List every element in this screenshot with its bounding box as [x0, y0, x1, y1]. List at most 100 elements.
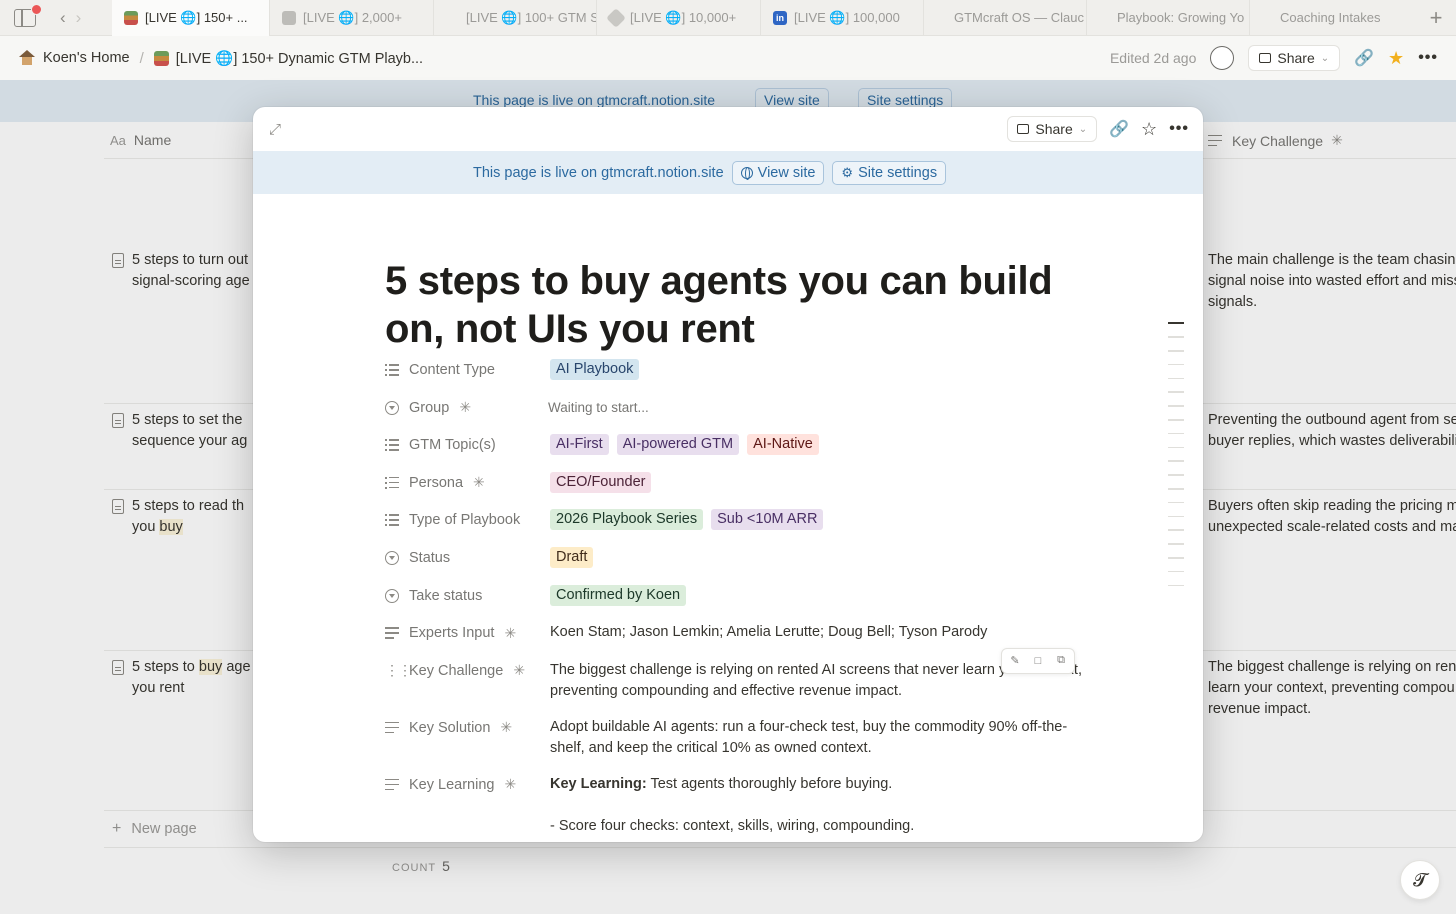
site-settings-button[interactable]: ⚙ Site settings [832, 160, 947, 185]
drag-handle-icon[interactable]: ⋮⋮ [385, 662, 412, 679]
toc-line [1168, 377, 1184, 380]
property-label[interactable]: Take status [385, 584, 550, 608]
property-group: Group ✳ Waiting to start... [385, 396, 1085, 434]
site-live-banner: This page is live on gtmcraft.notion.sit… [253, 151, 1203, 194]
sidebar-toggle-icon[interactable] [14, 3, 42, 27]
window-controls: ‹ › [0, 3, 112, 27]
status-icon [385, 550, 399, 565]
property-label-text: Take status [409, 587, 483, 604]
chevron-down-icon: ⌄ [1320, 52, 1330, 64]
toc-line [1168, 460, 1184, 462]
link-icon[interactable]: 🔗 [1354, 48, 1374, 68]
star-icon[interactable]: ★ [1388, 48, 1404, 69]
toc-line [1168, 446, 1184, 449]
comment-icon[interactable]: □ [1028, 652, 1048, 670]
property-label[interactable]: Key Learning ✳ [385, 773, 550, 797]
property-value[interactable]: AI-First AI-powered GTM AI-Native [550, 433, 1085, 456]
property-experts-input: Experts Input ✳ Koen Stam; Jason Lemkin;… [385, 621, 1085, 659]
property-label-text: Key Solution [409, 719, 491, 736]
share-box-icon [1259, 53, 1272, 63]
microphone-icon [282, 10, 296, 25]
tab-playbook-growing[interactable]: Playbook: Growing Yo [1087, 0, 1250, 36]
chevron-down-icon: ⌄ [1078, 123, 1088, 135]
property-label[interactable]: Content Type [385, 358, 550, 382]
property-persona: Persona ✳ CEO/Founder [385, 471, 1085, 509]
property-label-text: Type of Playbook [409, 512, 521, 529]
toc-line [1168, 570, 1184, 573]
property-label[interactable]: GTM Topic(s) [385, 433, 550, 457]
forward-arrow-icon[interactable]: › [76, 9, 82, 26]
property-value[interactable]: Confirmed by Koen [550, 584, 1085, 606]
key-learning-heading: Key Learning: [550, 775, 647, 792]
property-value[interactable]: Draft [550, 546, 1085, 568]
more-icon[interactable]: ••• [1418, 49, 1438, 67]
tab-coaching-intakes[interactable]: Coaching Intakes [1250, 0, 1390, 36]
property-label[interactable]: Key Solution ✳ [385, 716, 550, 740]
property-value[interactable]: Adopt buildable AI agents: run a four-ch… [550, 716, 1085, 759]
new-tab-plus-icon[interactable]: + [1416, 5, 1456, 31]
tag: AI Playbook [550, 359, 640, 380]
property-label[interactable]: ⋮⋮ Key Challenge ✳ [385, 659, 550, 683]
property-label-text: Key Learning [409, 776, 495, 793]
property-value[interactable]: 2026 Playbook Series Sub <10M ARR [550, 508, 1085, 531]
ai-edit-icon[interactable]: ✎ [1005, 652, 1025, 670]
view-site-label: View site [757, 164, 816, 181]
key-learning-text: Test agents thoroughly before buying. [646, 775, 893, 792]
status-icon [385, 400, 399, 415]
house-icon [18, 50, 36, 66]
share-button[interactable]: Share ⌄ [1248, 45, 1341, 71]
toc-line [1168, 322, 1184, 324]
avatar[interactable] [1210, 46, 1235, 70]
breadcrumb-page[interactable]: [LIVE 🌐] 150+ Dynamic GTM Playb... [153, 50, 423, 67]
table-of-contents-rail[interactable] [1168, 322, 1184, 598]
modal-header: ⤢ Share ⌄ 🔗 ☆ ••• [253, 107, 1203, 151]
property-value[interactable]: Koen Stam; Jason Lemkin; Amelia Lerutte;… [550, 621, 1085, 643]
share-button[interactable]: Share ⌄ [1007, 116, 1098, 142]
toc-line [1168, 405, 1184, 407]
back-arrow-icon[interactable]: ‹ [60, 9, 66, 26]
tab-linkedin[interactable]: in [LIVE 🌐] 100,000 [761, 0, 924, 36]
expand-icon[interactable]: ⤢ [269, 121, 281, 138]
breadcrumb-home[interactable]: Koen's Home [18, 50, 130, 66]
copy-icon[interactable]: ⧉ [1051, 652, 1071, 670]
toc-line [1168, 488, 1184, 490]
tab-gtm-playbooks[interactable]: [LIVE 🌐] 150+ ... [112, 0, 270, 36]
banner-text: This page is live on gtmcraft.notion.sit… [473, 164, 724, 181]
property-label[interactable]: Type of Playbook [385, 508, 550, 532]
edited-timestamp: Edited 2d ago [1109, 50, 1197, 66]
property-label[interactable]: Group ✳ [385, 396, 550, 420]
tab-gtm-s[interactable]: [LIVE 🌐] 100+ GTM S [434, 0, 597, 36]
text-lines-icon [385, 627, 399, 639]
tag: Sub <10M ARR [711, 509, 824, 531]
browser-tab-strip: ‹ › [LIVE 🌐] 150+ ... [LIVE 🌐] 2,000+ [L… [0, 0, 1456, 36]
property-value[interactable]: Waiting to start... [548, 396, 1085, 418]
view-site-button[interactable]: View site [731, 160, 825, 185]
tag: AI-powered GTM [616, 434, 740, 456]
property-label[interactable]: Experts Input ✳ [385, 621, 550, 645]
multi-select-icon [385, 439, 399, 451]
property-label[interactable]: Persona ✳ [385, 471, 550, 495]
property-value[interactable]: AI Playbook [550, 358, 1085, 380]
tag: CEO/Founder [550, 471, 652, 493]
text-lines-icon [385, 778, 399, 791]
tab-10000[interactable]: [LIVE 🌐] 10,000+ [597, 0, 761, 36]
property-value[interactable]: CEO/Founder [550, 471, 1085, 493]
help-button[interactable]: 𝓣 [1400, 860, 1440, 900]
tab-label: Coaching Intakes [1280, 10, 1381, 25]
property-label[interactable]: Status [385, 546, 550, 570]
property-value[interactable]: Key Learning: Test agents thoroughly bef… [550, 773, 1085, 837]
link-icon[interactable]: 🔗 [1109, 119, 1129, 139]
toc-line [1168, 515, 1184, 518]
status-icon [385, 588, 399, 603]
tab-label: [LIVE 🌐] 100+ GTM S [466, 9, 597, 25]
tab-label: Playbook: Growing Yo [1117, 10, 1245, 25]
more-icon[interactable]: ••• [1169, 120, 1189, 138]
star-outline-icon[interactable]: ☆ [1141, 119, 1157, 140]
property-take-status: Take status Confirmed by Koen [385, 584, 1085, 622]
page-title[interactable]: 5 steps to buy agents you can build on, … [385, 257, 1085, 353]
topbar-actions: Edited 2d ago Share ⌄ 🔗 ★ ••• [1110, 45, 1456, 71]
modal-actions: Share ⌄ 🔗 ☆ ••• [1007, 116, 1189, 142]
toc-line [1168, 543, 1184, 545]
tab-podcasts[interactable]: [LIVE 🌐] 2,000+ [270, 0, 434, 36]
tab-gtmcraft-os[interactable]: GTMcraft OS — Clauc [924, 0, 1087, 36]
